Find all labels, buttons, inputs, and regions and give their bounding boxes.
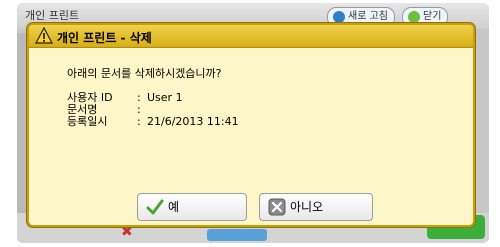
delete-icon: ✖ [121, 224, 133, 240]
yes-button[interactable]: 예 [137, 193, 247, 221]
refresh-icon [333, 11, 345, 23]
close-label: 닫기 [423, 11, 442, 22]
no-button[interactable]: 아니오 [259, 193, 373, 221]
no-label: 아니오 [290, 200, 324, 214]
refresh-label: 새로 고침 [348, 11, 388, 22]
field-value: User 1 [147, 91, 183, 104]
cancel-icon [268, 198, 286, 216]
delete-confirm-dialog: 개인 프린트 - 삭제 아래의 문서를 삭제하시겠습니까? 사용자 ID: Use… [27, 23, 475, 227]
underlay-button [207, 229, 267, 241]
field-colon: : [137, 115, 141, 128]
close-icon [408, 11, 420, 23]
field-value: 21/6/2013 11:41 [147, 115, 239, 128]
underlay-sidebar [17, 33, 27, 213]
check-icon [146, 199, 164, 215]
warning-icon [35, 27, 53, 44]
dialog-title: 개인 프린트 - 삭제 [57, 31, 152, 45]
dialog-header: 개인 프린트 - 삭제 [29, 25, 473, 48]
field-registered-time: 등록일시:21/6/2013 11:41 [67, 113, 239, 129]
confirm-question: 아래의 문서를 삭제하시겠습니까? [67, 67, 222, 80]
yes-label: 예 [168, 200, 180, 214]
field-label: 등록일시 [67, 115, 108, 128]
underlay-title: 개인 프린트 [25, 9, 80, 22]
